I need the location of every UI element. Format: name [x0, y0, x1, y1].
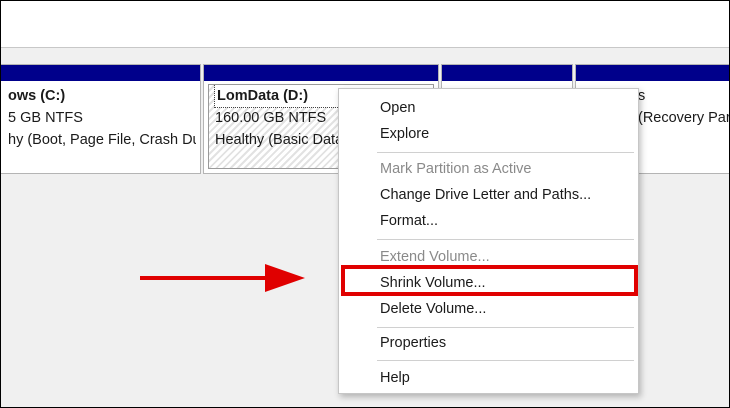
menu-item-help[interactable]: Help	[339, 365, 638, 391]
partition-header-bar	[576, 65, 729, 81]
context-menu: Open Explore Mark Partition as Active Ch…	[338, 88, 639, 394]
partition-header-bar	[1, 65, 200, 81]
menu-item-explore[interactable]: Explore	[339, 121, 638, 147]
menu-separator	[377, 152, 634, 153]
menu-item-properties[interactable]: Properties	[339, 330, 638, 356]
partition-c[interactable]: ows (C:) 5 GB NTFS hy (Boot, Page File, …	[1, 64, 201, 174]
shrink-volume-highlight	[341, 265, 638, 296]
partition-info: ows (C:) 5 GB NTFS hy (Boot, Page File, …	[2, 85, 196, 169]
partition-header-bar	[442, 65, 572, 81]
menu-item-change-drive-letter[interactable]: Change Drive Letter and Paths...	[339, 182, 638, 208]
menu-separator	[377, 360, 634, 361]
partition-status: (Recovery Parti	[638, 110, 730, 126]
menu-item-mark-active[interactable]: Mark Partition as Active	[339, 156, 638, 182]
volume-list-pane	[1, 1, 729, 48]
menu-item-delete-volume[interactable]: Delete Volume...	[339, 296, 638, 322]
partition-status: hy (Boot, Page File, Crash Dump	[8, 132, 196, 148]
partition-size: 5 GB NTFS	[8, 110, 83, 126]
menu-separator	[377, 239, 634, 240]
menu-item-format[interactable]: Format...	[339, 208, 638, 234]
partition-header-bar	[204, 65, 438, 81]
menu-separator	[377, 327, 634, 328]
partition-size: s	[638, 88, 646, 104]
menu-item-open[interactable]: Open	[339, 95, 638, 121]
partition-title: ows (C:)	[8, 88, 66, 104]
